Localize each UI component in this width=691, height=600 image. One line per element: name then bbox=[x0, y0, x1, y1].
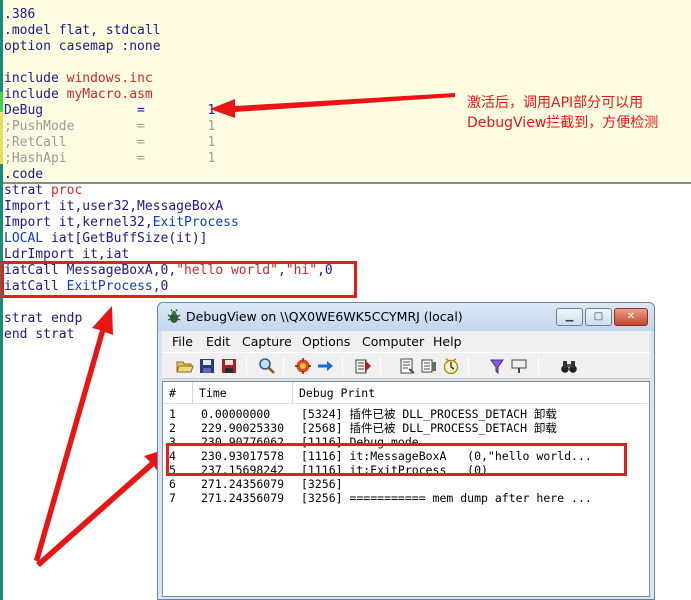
minimize-icon: ▁ bbox=[565, 311, 574, 322]
menu-file[interactable]: File bbox=[172, 334, 193, 349]
menu-help[interactable]: Help bbox=[433, 334, 462, 349]
toolbar-separator bbox=[246, 357, 247, 375]
log-row[interactable]: 1 0.00000000 [5324] 插件已被 DLL_PROCESS_DETAC… bbox=[163, 407, 649, 421]
toolbar-separator bbox=[283, 357, 284, 375]
toolbar-separator bbox=[538, 357, 539, 375]
log-list[interactable]: # Time Debug Print 1 0.00000000 [5324] 插件已… bbox=[162, 381, 650, 597]
row-time: 0.00000000 bbox=[201, 407, 271, 421]
menu-edit[interactable]: Edit bbox=[206, 334, 230, 349]
filter-icon[interactable] bbox=[398, 357, 416, 375]
bug-icon bbox=[167, 309, 181, 323]
log-row[interactable]: 6 271.24356079 [3256] bbox=[163, 477, 649, 491]
arrow-to-code bbox=[34, 306, 113, 562]
save-all-icon[interactable] bbox=[220, 357, 238, 375]
log-row[interactable]: 2 229.90025330 [2568] 插件已被 DLL_PROCESS_DET… bbox=[163, 421, 649, 435]
capture-icon[interactable] bbox=[294, 357, 312, 375]
binoculars-icon[interactable] bbox=[560, 357, 578, 375]
maximize-icon: □ bbox=[593, 311, 604, 322]
column-header-debug-print[interactable]: Debug Print bbox=[293, 382, 649, 404]
title-bar[interactable]: DebugView on \\QX0WE6WK5CCYMRJ (local) ▁… bbox=[158, 303, 654, 331]
menu-computer[interactable]: Computer bbox=[362, 334, 424, 349]
toolbar-separator bbox=[342, 357, 343, 375]
column-header-time[interactable]: Time bbox=[193, 382, 293, 404]
close-icon: ✕ bbox=[626, 311, 636, 322]
history-icon[interactable] bbox=[442, 357, 460, 375]
close-button[interactable]: ✕ bbox=[614, 308, 648, 326]
log-highlight-box bbox=[166, 443, 627, 476]
clear-icon[interactable] bbox=[354, 357, 372, 375]
find-icon[interactable] bbox=[258, 357, 276, 375]
menu-bar: File Edit Capture Options Computer Help bbox=[162, 331, 650, 352]
row-time: 271.24356079 bbox=[201, 491, 285, 505]
row-number: 1 bbox=[169, 407, 176, 421]
save-icon[interactable] bbox=[198, 357, 216, 375]
window-title: DebugView on \\QX0WE6WK5CCYMRJ (local) bbox=[186, 309, 463, 324]
column-header-number[interactable]: # bbox=[163, 382, 193, 404]
toolbar-separator bbox=[468, 357, 469, 375]
maximize-button[interactable]: □ bbox=[585, 308, 612, 326]
row-message: [3256] bbox=[301, 477, 343, 491]
row-number: 6 bbox=[169, 477, 176, 491]
row-message: [3256] =========== mem dump after here .… bbox=[301, 491, 592, 505]
toolbar bbox=[162, 352, 650, 379]
pin-icon[interactable] bbox=[488, 357, 506, 375]
menu-options[interactable]: Options bbox=[302, 334, 350, 349]
row-time: 229.90025330 bbox=[201, 421, 285, 435]
autoscroll-icon[interactable] bbox=[316, 357, 334, 375]
row-number: 2 bbox=[169, 421, 176, 435]
highlight-icon[interactable] bbox=[420, 357, 438, 375]
row-message: [2568] 插件已被 DLL_PROCESS_DETACH 卸载 bbox=[301, 421, 557, 435]
log-row[interactable]: 7 271.24356079 [3256] =========== mem dump… bbox=[163, 491, 649, 505]
menu-capture[interactable]: Capture bbox=[242, 334, 292, 349]
row-time: 271.24356079 bbox=[201, 477, 285, 491]
minimize-button[interactable]: ▁ bbox=[556, 308, 583, 326]
row-message: [5324] 插件已被 DLL_PROCESS_DETACH 卸载 bbox=[301, 407, 557, 421]
toolbar-separator bbox=[380, 357, 381, 375]
arrow-to-log bbox=[36, 448, 170, 567]
row-number: 7 bbox=[169, 491, 176, 505]
bookmark-icon[interactable] bbox=[510, 357, 528, 375]
open-icon[interactable] bbox=[176, 357, 194, 375]
arrow-to-debug bbox=[210, 93, 455, 118]
